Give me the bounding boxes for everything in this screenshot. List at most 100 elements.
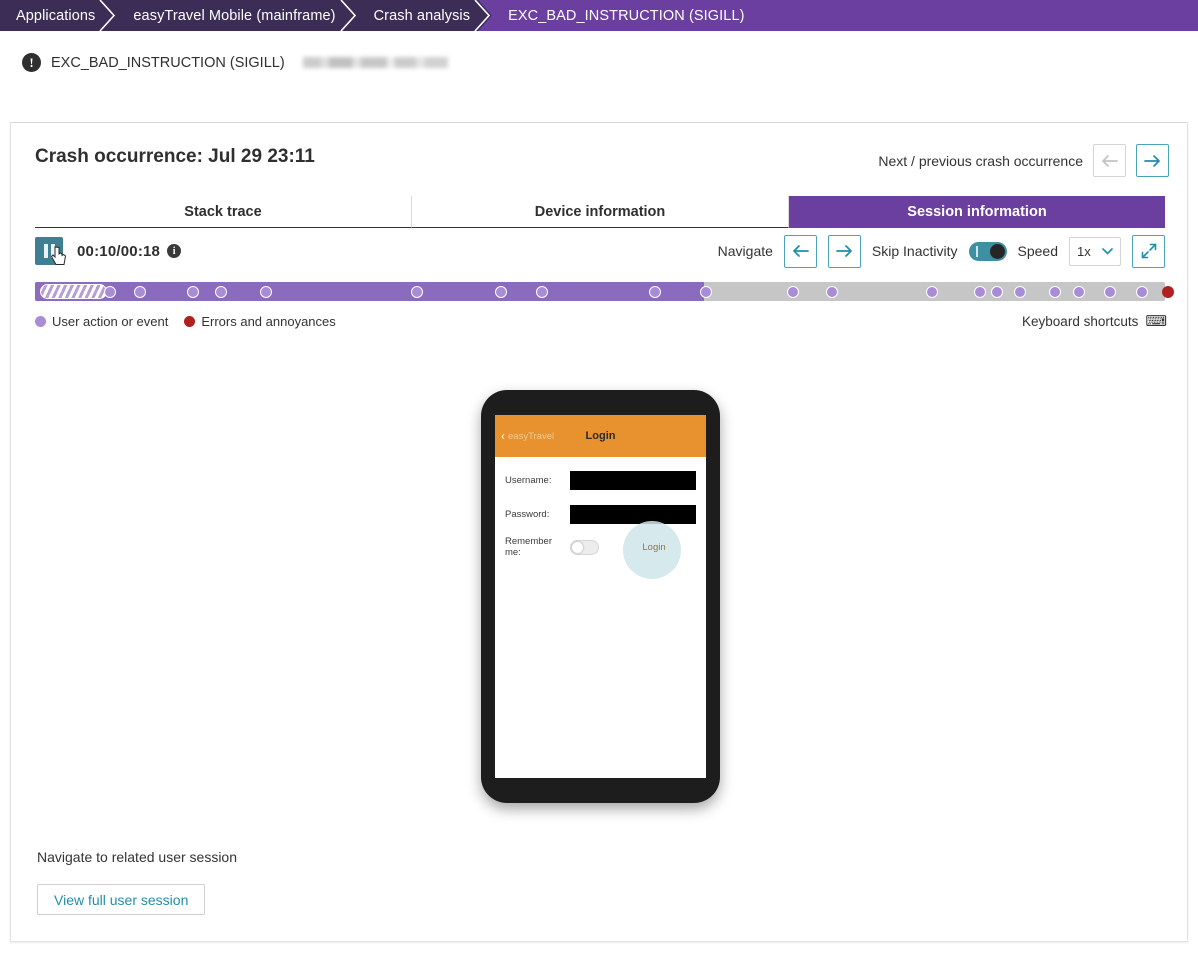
skip-inactivity-toggle[interactable] [968, 241, 1007, 261]
card-divider [11, 122, 1187, 123]
arrow-left-icon [1102, 154, 1118, 167]
app-back-label: easyTravel [508, 430, 555, 442]
timeline-event-marker[interactable] [649, 285, 662, 298]
fullscreen-button[interactable] [1132, 234, 1165, 268]
navigate-label: Navigate [717, 243, 773, 259]
navigate-next-button[interactable] [827, 234, 861, 268]
next-occurrence-button[interactable] [1136, 144, 1169, 177]
previous-occurrence-button[interactable] [1093, 144, 1126, 177]
chevron-left-icon: ‹ [501, 429, 505, 443]
timeline-event-marker[interactable] [187, 285, 200, 298]
pause-button[interactable] [35, 237, 67, 265]
timeline-event-marker[interactable] [990, 285, 1003, 298]
password-row: Password: [505, 504, 706, 525]
error-header: ! EXC_BAD_INSTRUCTION (SIGILL) View user… [0, 31, 1198, 148]
expand-icon [1141, 243, 1156, 259]
timeline-event-marker[interactable] [536, 285, 549, 298]
timeline-event-marker[interactable] [926, 285, 939, 298]
timeline-event-marker[interactable] [103, 285, 116, 298]
tab-device-information[interactable]: Device information [411, 196, 788, 228]
occurrence-nav-label: Next / previous crash occurrence [878, 152, 1083, 169]
breadcrumb-item-exc-bad-instruction[interactable]: EXC_BAD_INSTRUCTION (SIGILL) [492, 0, 767, 31]
timeline-event-marker[interactable] [1049, 285, 1062, 298]
keyboard-shortcuts-label: Keyboard shortcuts [1022, 314, 1139, 329]
login-button[interactable]: Login [641, 534, 667, 560]
breadcrumb-separator-icon [339, 0, 359, 31]
redacted-text [302, 57, 448, 68]
tab-stack-trace[interactable]: Stack trace [35, 196, 411, 228]
error-title-row: ! EXC_BAD_INSTRUCTION (SIGILL) [22, 53, 448, 72]
timeline-event-marker[interactable] [259, 285, 272, 298]
breadcrumb-item-applications[interactable]: Applications [0, 0, 118, 31]
breadcrumb-label: EXC_BAD_INSTRUCTION (SIGILL) [508, 7, 745, 24]
timeline-event-marker[interactable] [215, 285, 228, 298]
timeline-event-marker[interactable] [410, 285, 423, 298]
timeline-inactivity-segment [40, 284, 108, 299]
remember-me-row: Remember me: Login [505, 521, 706, 579]
timeline-event-marker[interactable] [1073, 285, 1086, 298]
breadcrumb-label: easyTravel Mobile (mainframe) [133, 7, 336, 24]
info-icon[interactable]: i [167, 244, 182, 258]
timeline-event-marker[interactable] [1136, 285, 1149, 298]
speed-value: 1x [1077, 243, 1091, 259]
error-title: EXC_BAD_INSTRUCTION (SIGILL) [51, 54, 285, 71]
legend-item-action: User action or event [35, 314, 168, 329]
toggle-on-mark [975, 245, 978, 257]
tab-label: Device information [534, 203, 666, 220]
speed-label: Speed [1017, 243, 1058, 259]
keyboard-icon: ⌨ [1145, 313, 1167, 330]
remember-me-label: Remember me: [505, 536, 552, 558]
timeline-event-marker[interactable] [1014, 285, 1027, 298]
app-bar: ‹ easyTravel Login [495, 415, 706, 457]
tab-bar: Stack trace Device information Session i… [35, 196, 1165, 228]
session-replay-phone: ‹ easyTravel Login Username: Password: R… [481, 390, 720, 803]
skip-inactivity-label: Skip Inactivity [871, 243, 958, 259]
pause-icon [43, 244, 55, 258]
timeline-event-marker[interactable] [825, 285, 838, 298]
username-row: Username: [505, 470, 706, 491]
occurrence-navigation: Next / previous crash occurrence [878, 144, 1169, 177]
remember-me-toggle[interactable] [570, 539, 599, 555]
timeline-event-marker[interactable] [1103, 285, 1116, 298]
username-label: Username: [505, 475, 552, 486]
arrow-left-icon [793, 245, 809, 257]
related-session-label: Navigate to related user session [37, 849, 237, 865]
legend-error-dot [184, 316, 196, 327]
password-field[interactable] [570, 505, 696, 524]
tab-session-information[interactable]: Session information [788, 196, 1165, 228]
timeline-event-marker[interactable] [787, 285, 800, 298]
page-title: Crash occurrence: Jul 29 23:11 [35, 146, 315, 167]
playback-time: 00:10/00:18 [77, 242, 161, 260]
timeline-event-marker[interactable] [134, 285, 147, 298]
tab-label: Stack trace [184, 203, 262, 220]
session-timeline[interactable] [35, 282, 1175, 301]
legend-action-dot [35, 316, 46, 327]
breadcrumb-item-easytravel-mobile[interactable]: easyTravel Mobile (mainframe) [117, 0, 359, 31]
timeline-event-marker[interactable] [973, 285, 986, 298]
timeline-event-marker[interactable] [494, 285, 507, 298]
timeline-event-marker[interactable] [700, 285, 713, 298]
timeline-event-marker[interactable] [1162, 285, 1175, 298]
breadcrumb-item-crash-analysis[interactable]: Crash analysis [357, 0, 493, 31]
breadcrumb-filler [766, 0, 1198, 31]
breadcrumb: Applications easyTravel Mobile (mainfram… [0, 0, 1198, 31]
timeline-legend: User action or event Errors and annoyanc… [35, 314, 346, 329]
breadcrumb-label: Crash analysis [373, 7, 471, 24]
username-field[interactable] [570, 471, 696, 490]
phone-screen[interactable]: ‹ easyTravel Login Username: Password: R… [495, 415, 706, 778]
toggle-knob [572, 541, 583, 553]
arrow-right-icon [836, 245, 852, 257]
chevron-down-icon [1102, 245, 1113, 257]
app-back-button[interactable]: ‹ easyTravel [501, 430, 554, 442]
view-full-user-session-button[interactable]: View full user session [37, 884, 206, 915]
tab-label: Session information [907, 203, 1047, 220]
arrow-right-icon [1144, 154, 1160, 167]
breadcrumb-label: Applications [16, 7, 96, 24]
player-right-controls: Navigate Skip Inactivity Speed 1x [717, 234, 1165, 268]
speed-select[interactable]: 1x [1069, 236, 1121, 266]
keyboard-shortcuts-button[interactable]: Keyboard shortcuts ⌨ [1022, 314, 1167, 329]
legend-action-label: User action or event [52, 314, 169, 329]
exclamation-circle-icon: ! [22, 53, 41, 72]
breadcrumb-separator-icon [98, 0, 118, 31]
navigate-previous-button[interactable] [783, 234, 817, 268]
